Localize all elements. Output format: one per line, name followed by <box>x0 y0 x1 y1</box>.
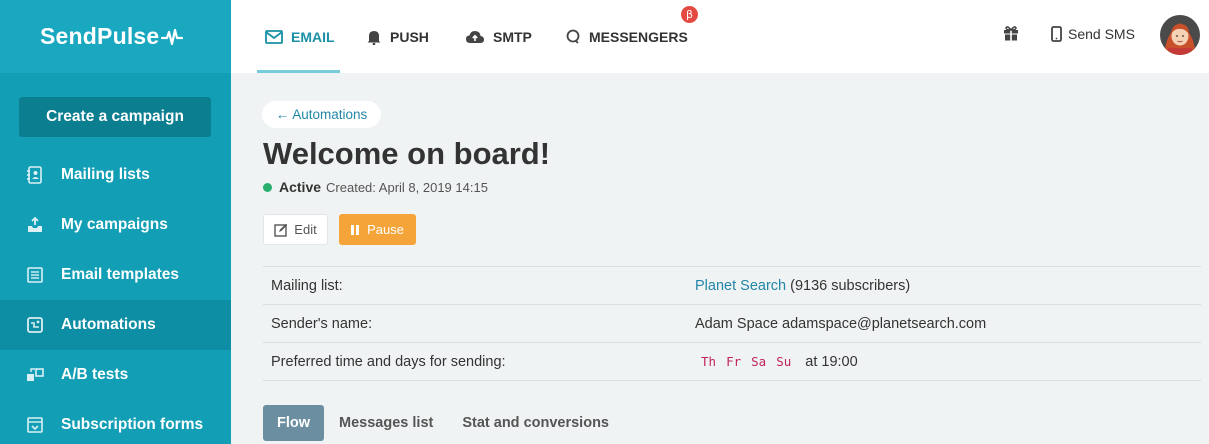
contacts-book-icon <box>25 165 45 185</box>
tab-messages-list[interactable]: Messages list <box>339 405 433 441</box>
day-tag: Su <box>776 353 792 369</box>
tab-messengers[interactable]: MESSENGERS <box>565 0 688 73</box>
tab-label: SMTP <box>493 28 532 45</box>
edit-label: Edit <box>294 222 317 237</box>
ab-test-icon <box>25 365 45 385</box>
sidebar-item-label: Mailing lists <box>61 166 150 183</box>
day-tag: Fr <box>726 353 742 369</box>
info-row-mailing-list: Mailing list: Planet Search (9136 subscr… <box>263 266 1201 304</box>
status-line: Active Created: April 8, 2019 14:15 <box>263 179 488 195</box>
cloud-upload-icon <box>465 29 485 44</box>
template-icon <box>25 265 45 285</box>
automation-info-table: Mailing list: Planet Search (9136 subscr… <box>263 266 1201 381</box>
day-tag: Th <box>701 353 717 369</box>
tab-push[interactable]: PUSH <box>366 0 429 73</box>
pause-label: Pause <box>367 222 404 237</box>
gift-icon[interactable] <box>1002 24 1020 47</box>
send-upload-icon <box>25 215 45 235</box>
sidebar-item-ab-tests[interactable]: A/B tests <box>0 350 231 400</box>
bell-icon <box>366 29 382 45</box>
sidebar-item-label: Email templates <box>61 266 180 283</box>
beta-badge: β <box>681 6 698 23</box>
preferred-days: Th Fr Sa Su at 19:00 <box>695 354 858 370</box>
sidebar-item-label: Subscription forms <box>61 416 204 433</box>
pause-button[interactable]: Pause <box>339 214 416 245</box>
subscriber-count: (9136 subscribers) <box>786 277 911 294</box>
pulse-icon <box>161 28 184 45</box>
top-navigation: EMAIL PUSH SMTP MESSENGERS β Send SMS <box>231 0 1209 73</box>
active-tab-indicator <box>257 70 340 73</box>
preferred-time: at 19:00 <box>805 353 858 370</box>
tab-flow[interactable]: Flow <box>263 405 325 441</box>
sender-value: Adam Space adamspace@planetsearch.com <box>695 315 987 332</box>
mailing-list-link[interactable]: Planet Search <box>695 278 786 294</box>
sidebar-item-subscription-forms[interactable]: Subscription forms <box>0 400 231 444</box>
day-tag: Sa <box>751 353 767 369</box>
automation-icon <box>25 315 45 335</box>
sidebar-item-email-templates[interactable]: Email templates <box>0 250 231 300</box>
status-dot <box>263 182 272 192</box>
sidebar-item-label: My campaigns <box>61 216 168 233</box>
tab-label: PUSH <box>390 28 429 45</box>
sidebar: SendPulse Create a campaign Mailing list… <box>0 0 231 444</box>
avatar[interactable] <box>1160 15 1200 55</box>
sidebar-item-label: A/B tests <box>61 366 129 383</box>
sidebar-item-my-campaigns[interactable]: My campaigns <box>0 200 231 250</box>
info-label: Preferred time and days for sending: <box>271 353 506 370</box>
page-title: Welcome on board! <box>263 136 551 171</box>
created-date: Created: April 8, 2019 14:15 <box>326 179 488 195</box>
chat-icon <box>565 29 581 45</box>
automation-subtabs: Flow Messages list Stat and conversions <box>263 405 638 441</box>
send-sms-label: Send SMS <box>1068 25 1135 42</box>
tab-smtp[interactable]: SMTP <box>465 0 532 73</box>
logo[interactable]: SendPulse <box>0 0 231 73</box>
phone-icon <box>1051 25 1062 42</box>
tab-stat-and-conversions[interactable]: Stat and conversions <box>462 405 609 441</box>
info-row-preferred-time: Preferred time and days for sending: Th F… <box>263 342 1201 380</box>
sidebar-item-mailing-lists[interactable]: Mailing lists <box>0 150 231 200</box>
tab-email[interactable]: EMAIL <box>265 0 335 73</box>
edit-icon <box>274 223 288 237</box>
info-value: Planet Search (9136 subscribers) <box>695 278 910 294</box>
info-table-bottom-border <box>263 380 1201 381</box>
sidebar-item-label: Automations <box>61 316 156 333</box>
logo-text: SendPulse <box>40 23 160 49</box>
back-to-automations-link[interactable]: ← Automations <box>262 101 381 128</box>
form-icon <box>25 415 45 435</box>
sidebar-item-automations[interactable]: Automations <box>0 300 231 350</box>
envelope-icon <box>265 29 283 44</box>
pause-icon <box>351 224 360 235</box>
create-campaign-button[interactable]: Create a campaign <box>19 97 211 137</box>
status-badge: Active <box>279 179 322 195</box>
tab-label: EMAIL <box>291 28 335 45</box>
tab-label: MESSENGERS <box>589 28 688 45</box>
info-row-sender: Sender's name: Adam Space adamspace@plan… <box>263 304 1201 342</box>
edit-button[interactable]: Edit <box>263 214 328 245</box>
info-label: Sender's name: <box>271 315 373 332</box>
sidebar-nav: Mailing lists My campaigns Email templat… <box>0 150 231 444</box>
info-label: Mailing list: <box>271 277 343 294</box>
send-sms-button[interactable]: Send SMS <box>1051 0 1135 67</box>
